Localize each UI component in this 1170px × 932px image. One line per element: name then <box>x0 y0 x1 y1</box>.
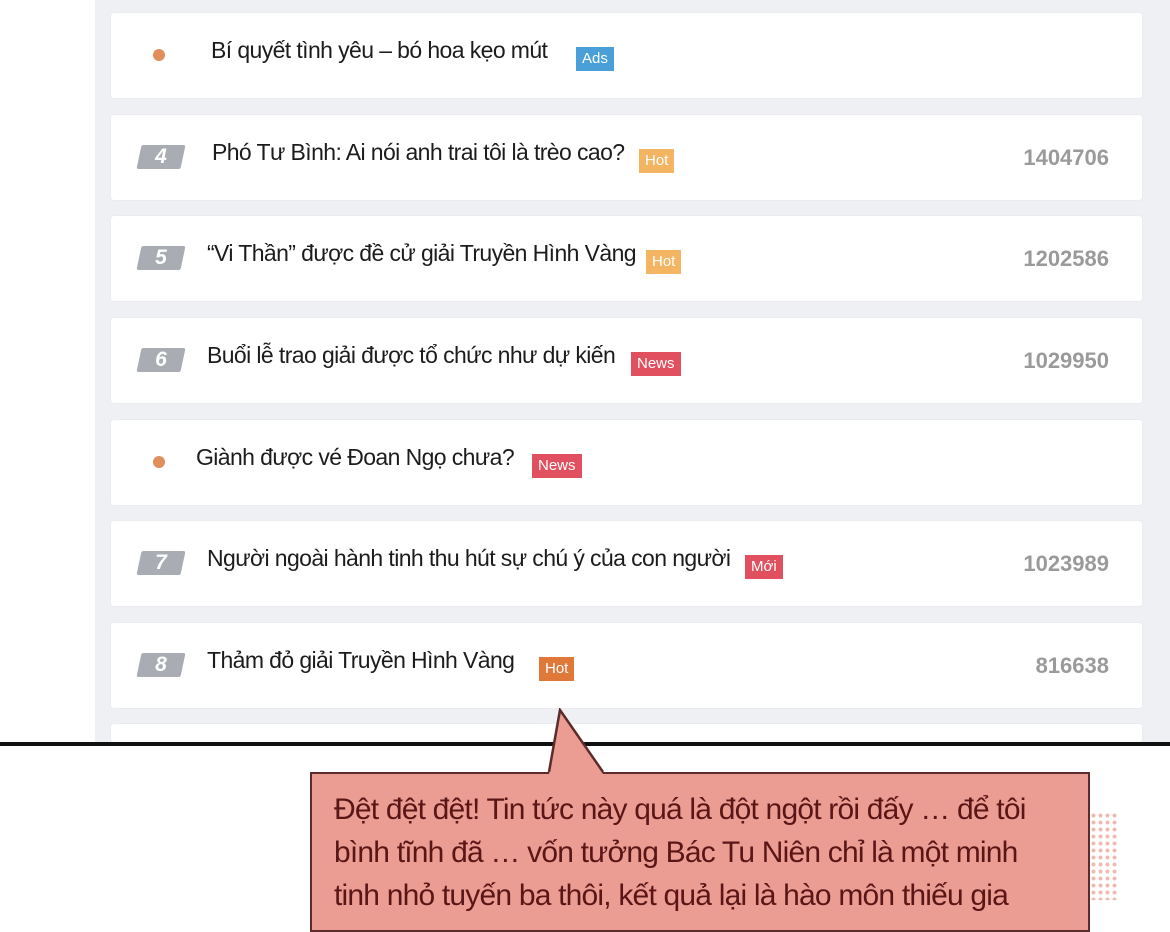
view-count: 816638 <box>1035 653 1109 678</box>
view-count: 1023989 <box>1023 551 1109 576</box>
speech-line: tinh nhỏ tuyến ba thôi, kết quả lại là h… <box>334 879 1009 912</box>
item-title[interactable]: Phó Tư Bình: Ai nói anh trai tôi là trèo… <box>212 139 625 166</box>
hot-badge: Hot <box>639 149 675 173</box>
news-badge: News <box>631 352 681 376</box>
list-item[interactable] <box>111 724 1142 742</box>
hot-badge: Hot <box>646 250 682 274</box>
list-item[interactable]: 4 Phó Tư Bình: Ai nói anh trai tôi là tr… <box>111 115 1142 200</box>
halftone-pattern <box>1090 812 1118 900</box>
bullet-dot-icon <box>153 456 165 468</box>
list-item[interactable]: 7 Người ngoài hành tinh thu hút sự chú ý… <box>111 521 1142 606</box>
view-count: 1202586 <box>1023 246 1109 271</box>
rank-badge: 7 <box>136 551 186 575</box>
news-badge: News <box>532 454 582 478</box>
bullet-dot-icon <box>153 49 165 61</box>
list-item[interactable]: Giành được vé Đoan Ngọ chưa? News <box>111 420 1142 505</box>
new-badge: Mới <box>745 555 783 579</box>
item-title[interactable]: “Vi Thần” được đề cử giải Truyền Hình Và… <box>207 240 637 267</box>
speech-line: Đệt đệt đệt! Tin tức này quá là đột ngột… <box>334 793 1026 826</box>
rank-badge: 4 <box>136 145 186 169</box>
view-count: 1029950 <box>1023 348 1109 373</box>
item-title[interactable]: Thảm đỏ giải Truyền Hình Vàng <box>207 647 515 674</box>
speech-bubble: Đệt đệt đệt! Tin tức này quá là đột ngột… <box>310 772 1090 932</box>
list-item[interactable]: 8 Thảm đỏ giải Truyền Hình Vàng Hot 8166… <box>111 623 1142 708</box>
item-title[interactable]: Bí quyết tình yêu – bó hoa kẹo mút <box>211 37 548 64</box>
rank-badge: 6 <box>136 348 186 372</box>
rank-badge: 8 <box>136 653 186 677</box>
view-count: 1404706 <box>1023 145 1109 170</box>
hot-badge: Hot <box>539 657 575 681</box>
list-item[interactable]: 6 Buổi lễ trao giải được tổ chức như dự … <box>111 318 1142 403</box>
list-item[interactable]: 5 “Vi Thần” được đề cử giải Truyền Hình … <box>111 216 1142 301</box>
rank-badge: 5 <box>136 246 186 270</box>
ads-badge: Ads <box>576 47 614 71</box>
speech-line: bình tĩnh đã … vốn tưởng Bác Tu Niên chỉ… <box>334 836 1018 869</box>
speech-bubble-tail <box>547 708 605 774</box>
item-title[interactable]: Giành được vé Đoan Ngọ chưa? <box>196 444 515 471</box>
speech-text: Đệt đệt đệt! Tin tức này quá là đột ngột… <box>334 788 1074 917</box>
list-item[interactable]: Bí quyết tình yêu – bó hoa kẹo mút Ads <box>111 13 1142 98</box>
item-title[interactable]: Buổi lễ trao giải được tổ chức như dự ki… <box>207 342 616 369</box>
item-title[interactable]: Người ngoài hành tinh thu hút sự chú ý c… <box>207 545 731 572</box>
